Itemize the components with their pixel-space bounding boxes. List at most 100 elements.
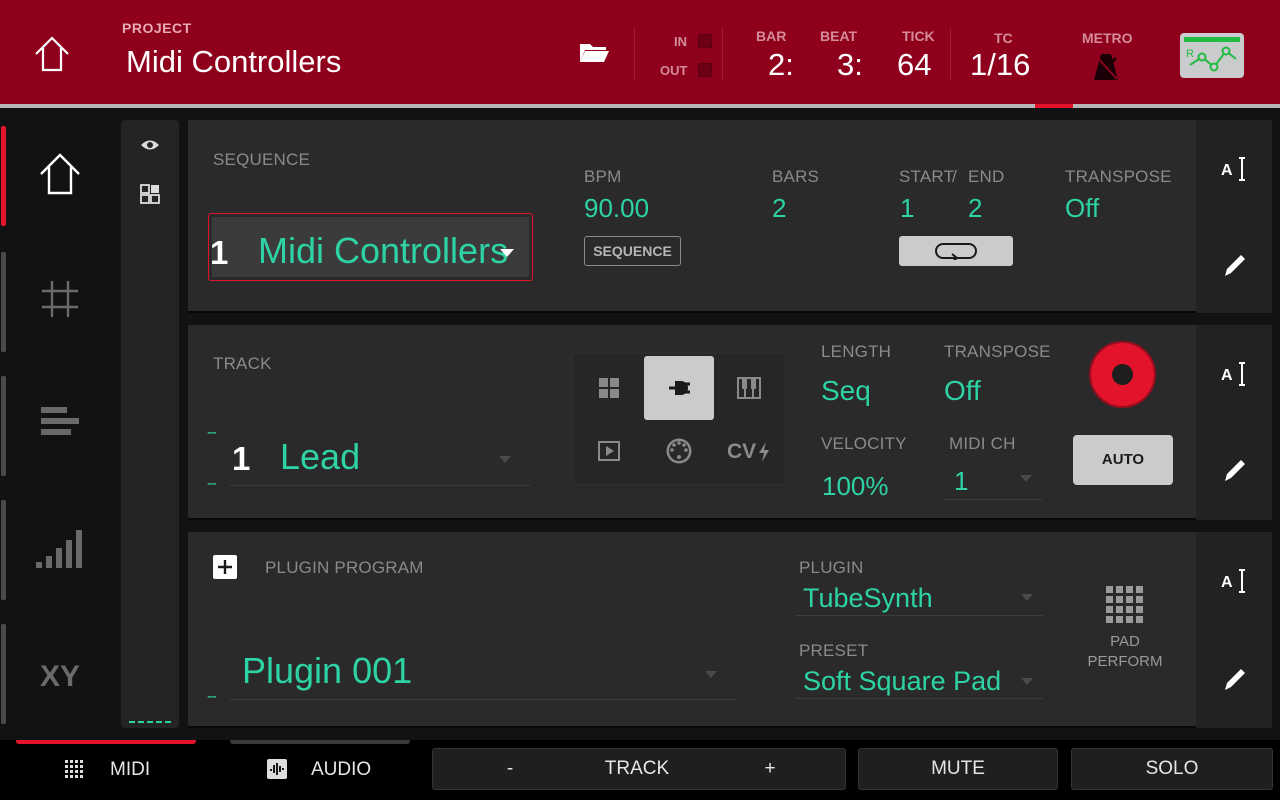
sequence-name: Midi Controllers [258,230,509,271]
beat-value[interactable]: 3: [837,47,863,83]
bar-value[interactable]: 2: [768,47,794,83]
track-side-tools [1196,325,1272,520]
header-divider [722,28,723,80]
audio-tab-label: AUDIO [311,759,372,780]
track-next-button[interactable]: + [700,750,840,788]
sequence-number: 1 [210,234,229,271]
chevron-down-icon [1021,678,1033,685]
track-dash-bottom: -- [207,475,217,492]
automation-read-button[interactable]: R [1180,33,1244,78]
midi-in-label: IN [674,34,687,49]
nav-indicator [1,376,6,476]
audio-tab[interactable]: AUDIO [262,748,412,790]
start-value[interactable]: 1 [900,193,914,224]
length-value[interactable]: Seq [821,375,871,407]
header-progress-track [0,104,1280,108]
bar-label: BAR [756,28,787,44]
metronome-label: METRO [1082,30,1133,46]
track-previous-button[interactable]: - [440,750,580,788]
track-type-plugin[interactable] [644,356,714,420]
sequence-label: SEQUENCE [213,150,311,169]
home-icon[interactable] [32,34,72,74]
bpm-mode-button[interactable]: SEQUENCE [584,236,681,266]
velocity-value[interactable]: 100% [822,471,889,502]
track-number: 1 [232,440,251,477]
track-name: Lead [280,436,361,477]
pad-grid-icon [1106,586,1143,623]
lightning-icon [759,442,769,462]
tc-value[interactable]: 1/16 [970,47,1030,83]
track-type-drum[interactable] [574,356,644,420]
program-name: Plugin 001 [242,650,413,691]
rename-text-icon[interactable]: A [1221,361,1249,389]
midi-tab[interactable]: MIDI [60,748,210,790]
home-icon[interactable] [36,150,84,198]
mixer-icon[interactable] [36,524,84,572]
rename-text-icon[interactable]: A [1221,568,1249,596]
project-label: PROJECT [122,20,192,36]
track-type-midi[interactable] [644,420,714,484]
grid-icon[interactable] [36,275,84,323]
tick-label: TICK [902,28,935,44]
metronome-off-icon[interactable] [1092,52,1120,82]
nav-active-indicator [1,126,6,226]
track-transpose-value[interactable]: Off [944,375,981,407]
svg-text:A: A [1221,162,1233,179]
header-bar: PROJECT Midi Controllers IN OUT BAR 2: B… [0,0,1280,104]
track-dash-top: -- [207,424,217,441]
chevron-down-icon [1021,594,1033,601]
sequence-transpose-value[interactable]: Off [1065,193,1099,224]
drum-pads-icon [599,378,619,398]
bpm-value[interactable]: 90.00 [584,193,649,224]
track-type-cv[interactable]: CV [714,420,784,484]
plus-icon [218,560,232,574]
automation-read-icon: R [1184,37,1240,72]
audio-tab-indicator [230,740,410,744]
plugin-icon [669,381,690,395]
tc-label: TC [994,30,1013,46]
pencil-edit-icon[interactable] [1221,664,1249,692]
grid-view-icon[interactable] [140,184,160,204]
track-strip-indicator [129,721,171,723]
sequence-side-tools [1196,120,1272,313]
loop-icon [935,243,977,260]
end-value[interactable]: 2 [968,193,982,224]
pencil-edit-icon[interactable] [1221,455,1249,483]
folder-open-icon[interactable] [578,40,610,66]
track-select[interactable] [230,428,530,486]
length-label: LENGTH [821,342,892,361]
bars-value[interactable]: 2 [772,193,786,224]
pad-perform-line1: PAD [1110,633,1140,650]
svg-text:R: R [1186,48,1194,60]
keypad-icon [65,760,83,778]
solo-button[interactable]: SOLO [1071,748,1273,790]
xy-fx-icon[interactable]: XY [36,648,84,696]
eye-icon[interactable] [140,138,160,152]
sequence-transpose-label: TRANSPOSE [1065,167,1172,186]
keyboard-icon [737,377,761,399]
start-end-slash: / [952,167,957,186]
svg-text:XY: XY [40,660,80,693]
tick-value[interactable]: 64 [897,47,931,83]
project-name[interactable]: Midi Controllers [126,44,341,80]
track-type-clip[interactable] [574,420,644,484]
track-strip [121,120,179,728]
loop-toggle-button[interactable] [899,236,1013,266]
program-dash: -- [207,688,217,705]
rename-text-icon[interactable]: A [1221,156,1249,184]
add-program-button[interactable] [213,555,237,579]
automation-button[interactable]: AUTO [1073,435,1173,485]
record-arm-button[interactable] [1091,343,1154,406]
plugin-value: TubeSynth [803,583,933,613]
midi-out-indicator [698,63,712,77]
pad-perform-label: PAD PERFORM [1078,632,1172,672]
track-transpose-label: TRANSPOSE [944,342,1051,361]
pencil-edit-icon[interactable] [1221,250,1249,278]
start-label: START [899,167,955,186]
track-type-keygroup[interactable] [714,356,784,420]
list-edit-icon[interactable] [36,399,84,447]
pad-perform-line2: PERFORM [1087,653,1163,670]
bars-label: BARS [772,167,820,186]
nav-indicator [1,252,6,352]
mute-button[interactable]: MUTE [858,748,1058,790]
